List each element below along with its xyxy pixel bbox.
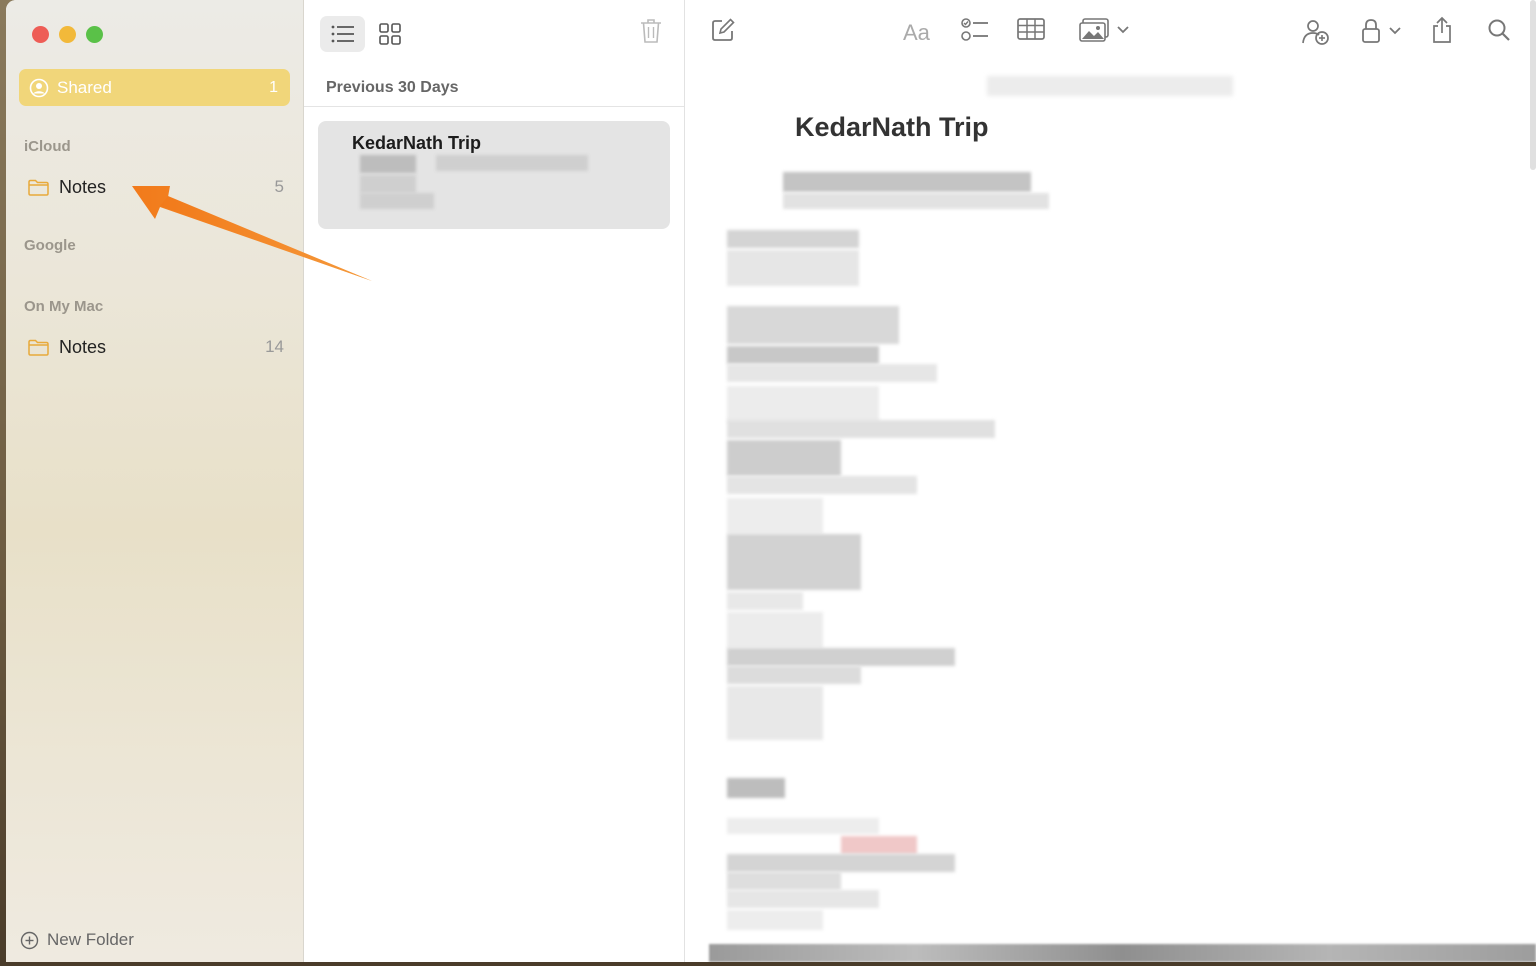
share-button[interactable] <box>1431 16 1453 44</box>
gallery-view-button[interactable] <box>367 16 412 52</box>
sidebar-item-label: Notes <box>59 336 107 357</box>
section-header-icloud: iCloud <box>24 138 71 155</box>
list-view-icon <box>331 25 354 43</box>
redacted-preview <box>360 193 434 209</box>
sidebar-item-label: Notes <box>59 176 107 197</box>
chevron-down-icon <box>1389 27 1401 35</box>
note-editor: Aa KedarNath Trip <box>685 0 1536 962</box>
collaborate-button[interactable] <box>1301 18 1331 46</box>
compose-button[interactable] <box>711 18 735 42</box>
notes-window: Shared 1 iCloud Notes 5 Google On My Mac… <box>6 0 1536 962</box>
new-folder-label: New Folder <box>47 930 134 949</box>
close-button[interactable] <box>32 26 49 43</box>
zoom-button[interactable] <box>86 26 103 43</box>
folder-icon <box>28 339 49 356</box>
sidebar-item-icloud-notes[interactable]: Notes 5 <box>28 172 284 202</box>
scrollbar[interactable] <box>1530 0 1536 170</box>
note-date-redacted <box>987 76 1233 96</box>
person-circle-icon <box>29 78 49 97</box>
format-button[interactable]: Aa <box>903 20 930 46</box>
sidebar-item-count: 14 <box>265 337 284 356</box>
table-button[interactable] <box>1017 18 1045 40</box>
section-header-on-my-mac: On My Mac <box>24 298 104 315</box>
lock-icon <box>1362 19 1380 43</box>
redacted-strip <box>709 944 1536 962</box>
sidebar-item-count: 1 <box>269 78 278 96</box>
sidebar-item-label: Shared <box>57 77 112 97</box>
search-icon <box>1488 19 1510 41</box>
redacted-preview <box>360 155 416 173</box>
compose-icon <box>712 18 735 41</box>
note-list-item-title: KedarNath Trip <box>352 133 482 153</box>
list-view-button[interactable] <box>320 16 365 52</box>
new-folder-button[interactable]: New Folder <box>20 930 134 950</box>
note-title[interactable]: KedarNath Trip <box>795 112 989 143</box>
minimize-button[interactable] <box>59 26 76 43</box>
section-header-google: Google <box>24 237 76 254</box>
media-button[interactable] <box>1079 18 1129 42</box>
checklist-button[interactable] <box>961 18 989 42</box>
folder-icon <box>28 179 49 196</box>
delete-note-button[interactable] <box>640 18 662 49</box>
collaborate-icon <box>1302 20 1329 45</box>
note-list-item[interactable]: KedarNath Trip <box>318 121 670 229</box>
gallery-view-icon <box>378 23 401 45</box>
window-controls <box>32 26 103 43</box>
sidebar: Shared 1 iCloud Notes 5 Google On My Mac… <box>6 0 304 962</box>
sidebar-item-mac-notes[interactable]: Notes 14 <box>28 332 284 362</box>
notes-list-pane: Previous 30 Days KedarNath Trip <box>304 0 685 962</box>
table-icon <box>1017 18 1045 40</box>
search-button[interactable] <box>1487 18 1511 42</box>
trash-icon <box>641 19 661 43</box>
redacted-preview <box>360 175 416 193</box>
format-text-icon: Aa <box>903 20 930 45</box>
chevron-down-icon <box>1117 26 1129 34</box>
share-icon <box>1433 16 1451 43</box>
lock-button[interactable] <box>1361 18 1401 44</box>
list-section-header: Previous 30 Days <box>326 79 459 96</box>
divider <box>304 106 684 107</box>
sidebar-item-shared[interactable]: Shared 1 <box>19 69 290 106</box>
media-icon <box>1079 18 1109 42</box>
plus-circle-icon <box>20 931 39 949</box>
redacted-preview <box>436 155 588 171</box>
sidebar-item-count: 5 <box>274 177 284 196</box>
checklist-icon <box>961 18 988 41</box>
